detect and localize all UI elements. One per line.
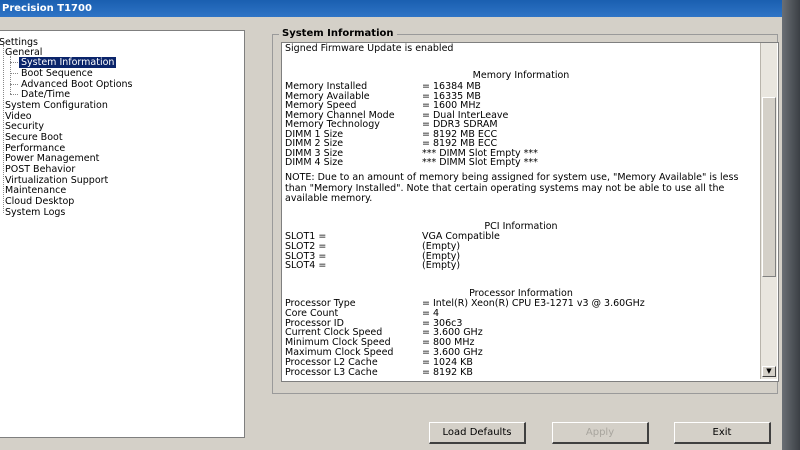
exit-button[interactable]: Exit [674, 422, 771, 444]
memory-value: *** DIMM Slot Empty *** [422, 157, 538, 168]
tree-connector [10, 73, 18, 74]
processor-value: = 8192 KB [422, 366, 473, 378]
system-information-panel: Signed Firmware Update is enabled Memory … [281, 42, 779, 382]
pci-slot-value: (Empty) [422, 260, 461, 272]
processor-value: = Intel(R) Xeon(R) CPU E3-1271 v3 @ 3.60… [422, 298, 645, 309]
memory-note: NOTE: Due to an amount of memory being a… [285, 172, 739, 204]
panel-title: System Information [279, 28, 397, 40]
tree-item-date-time[interactable]: Date/Time [19, 89, 72, 100]
tree-item-system-information[interactable]: System Information [19, 57, 117, 68]
window-titlebar: Precision T1700 [0, 0, 784, 17]
load-defaults-button[interactable]: Load Defaults [429, 422, 526, 444]
tree-item-boot-sequence[interactable]: Boot Sequence [19, 68, 95, 79]
tree-item-system-logs[interactable]: System Logs [3, 207, 67, 218]
firmware-note: Signed Firmware Update is enabled [285, 43, 454, 54]
tree-item-post-behavior[interactable]: POST Behavior [3, 164, 77, 175]
scroll-thumb[interactable] [762, 97, 776, 277]
tree-item-system-configuration[interactable]: System Configuration [3, 100, 110, 111]
memory-label: DIMM 4 Size [285, 157, 344, 168]
tree-item-cloud-desktop[interactable]: Cloud Desktop [3, 196, 76, 207]
window-title: Precision T1700 [2, 3, 92, 14]
tree-item-maintenance[interactable]: Maintenance [3, 185, 68, 196]
tree-item-power-management[interactable]: Power Management [3, 153, 101, 164]
tree-connector [10, 62, 18, 63]
pci-slot-label: SLOT4 = [285, 260, 327, 272]
tree-connector [10, 84, 18, 85]
tree-item-secure-boot[interactable]: Secure Boot [3, 132, 65, 143]
scroll-down-arrow-icon[interactable]: ▼ [762, 366, 776, 377]
info-scrollbar[interactable]: ▼ [760, 43, 777, 379]
tree-item-security[interactable]: Security [3, 121, 46, 132]
tree-connector [10, 94, 18, 95]
apply-button[interactable]: Apply [552, 422, 649, 444]
pci-heading: PCI Information [484, 221, 558, 232]
memory-heading: Memory Information [472, 70, 570, 81]
settings-tree[interactable]: Settings General System Information Boot Se… [0, 30, 245, 438]
window-edge [782, 0, 800, 450]
processor-label: Processor L3 Cache [285, 366, 378, 378]
